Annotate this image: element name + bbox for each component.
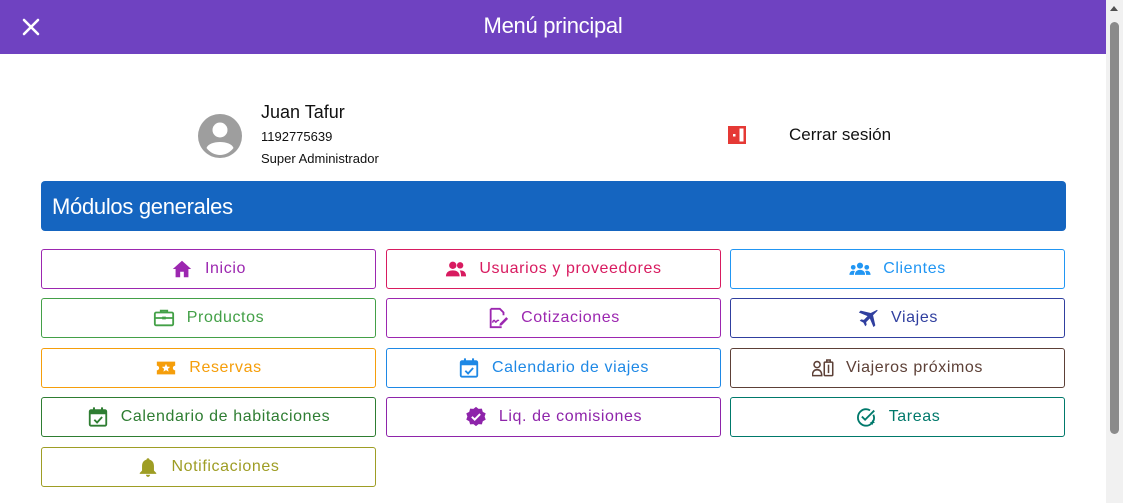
scrollbar[interactable] [1106, 0, 1123, 503]
module-label: Viajeros próximos [845, 359, 984, 376]
module-button-viajeros-próximos[interactable]: Viajeros próximos [730, 348, 1065, 388]
module-label: Viajes [891, 309, 938, 326]
logout-label: Cerrar sesión [789, 125, 892, 144]
module-label: Productos [186, 309, 265, 326]
user-profile: Juan Tafur 1192775639 Super Administrado… [198, 102, 578, 172]
module-label: Clientes [883, 260, 946, 277]
module-label: Liq. de comisiones [498, 408, 643, 425]
bell-icon [137, 456, 159, 478]
top-app-bar: Menú principal [0, 0, 1106, 54]
module-button-notificaciones[interactable]: Notificaciones [41, 447, 376, 487]
module-button-clientes[interactable]: Clientes [730, 249, 1065, 289]
calendar-check-icon [87, 406, 109, 428]
door-exit-icon [725, 121, 753, 149]
task-check-icon [855, 406, 877, 428]
home-icon [171, 258, 193, 280]
module-label: Cotizaciones [521, 309, 620, 326]
module-label: Usuarios y proveedores [479, 260, 662, 277]
module-button-cotizaciones[interactable]: Cotizaciones [386, 298, 721, 338]
module-button-liq-de-comisiones[interactable]: Liq. de comisiones [386, 397, 721, 437]
calendar-check-icon [458, 357, 480, 379]
user-role: Super Administrador [261, 151, 379, 166]
module-label: Calendario de habitaciones [120, 408, 331, 425]
scroll-up-arrow[interactable] [1110, 6, 1118, 11]
page-title: Menú principal [483, 13, 623, 38]
logout-button[interactable]: Cerrar sesión [725, 120, 925, 150]
signature-icon [487, 307, 509, 329]
scroll-thumb[interactable] [1110, 22, 1119, 434]
airplane-icon [857, 307, 879, 329]
briefcase-icon [153, 307, 175, 329]
traveler-luggage-icon [811, 357, 834, 379]
module-button-tareas[interactable]: Tareas [730, 397, 1065, 437]
module-button-calendario-de-viajes[interactable]: Calendario de viajes [386, 348, 721, 388]
module-label: Tareas [888, 408, 941, 425]
users-icon [445, 258, 467, 280]
verified-badge-icon [465, 406, 487, 428]
module-label: Calendario de viajes [492, 359, 649, 376]
module-label: Notificaciones [171, 458, 280, 475]
module-button-inicio[interactable]: Inicio [41, 249, 376, 289]
module-label: Inicio [205, 260, 246, 277]
module-button-reservas[interactable]: Reservas [41, 348, 376, 388]
clients-group-icon [849, 258, 871, 280]
module-button-usuarios-y-proveedores[interactable]: Usuarios y proveedores [386, 249, 721, 289]
section-header: Módulos generales [41, 181, 1066, 231]
module-button-viajes[interactable]: Viajes [730, 298, 1065, 338]
ticket-star-icon [155, 357, 177, 379]
module-button-calendario-de-habitaciones[interactable]: Calendario de habitaciones [41, 397, 376, 437]
account-circle-icon [198, 114, 242, 158]
module-label: Reservas [189, 359, 262, 376]
module-button-productos[interactable]: Productos [41, 298, 376, 338]
user-id-number: 1192775639 [261, 129, 333, 144]
user-name: Juan Tafur [261, 102, 345, 122]
